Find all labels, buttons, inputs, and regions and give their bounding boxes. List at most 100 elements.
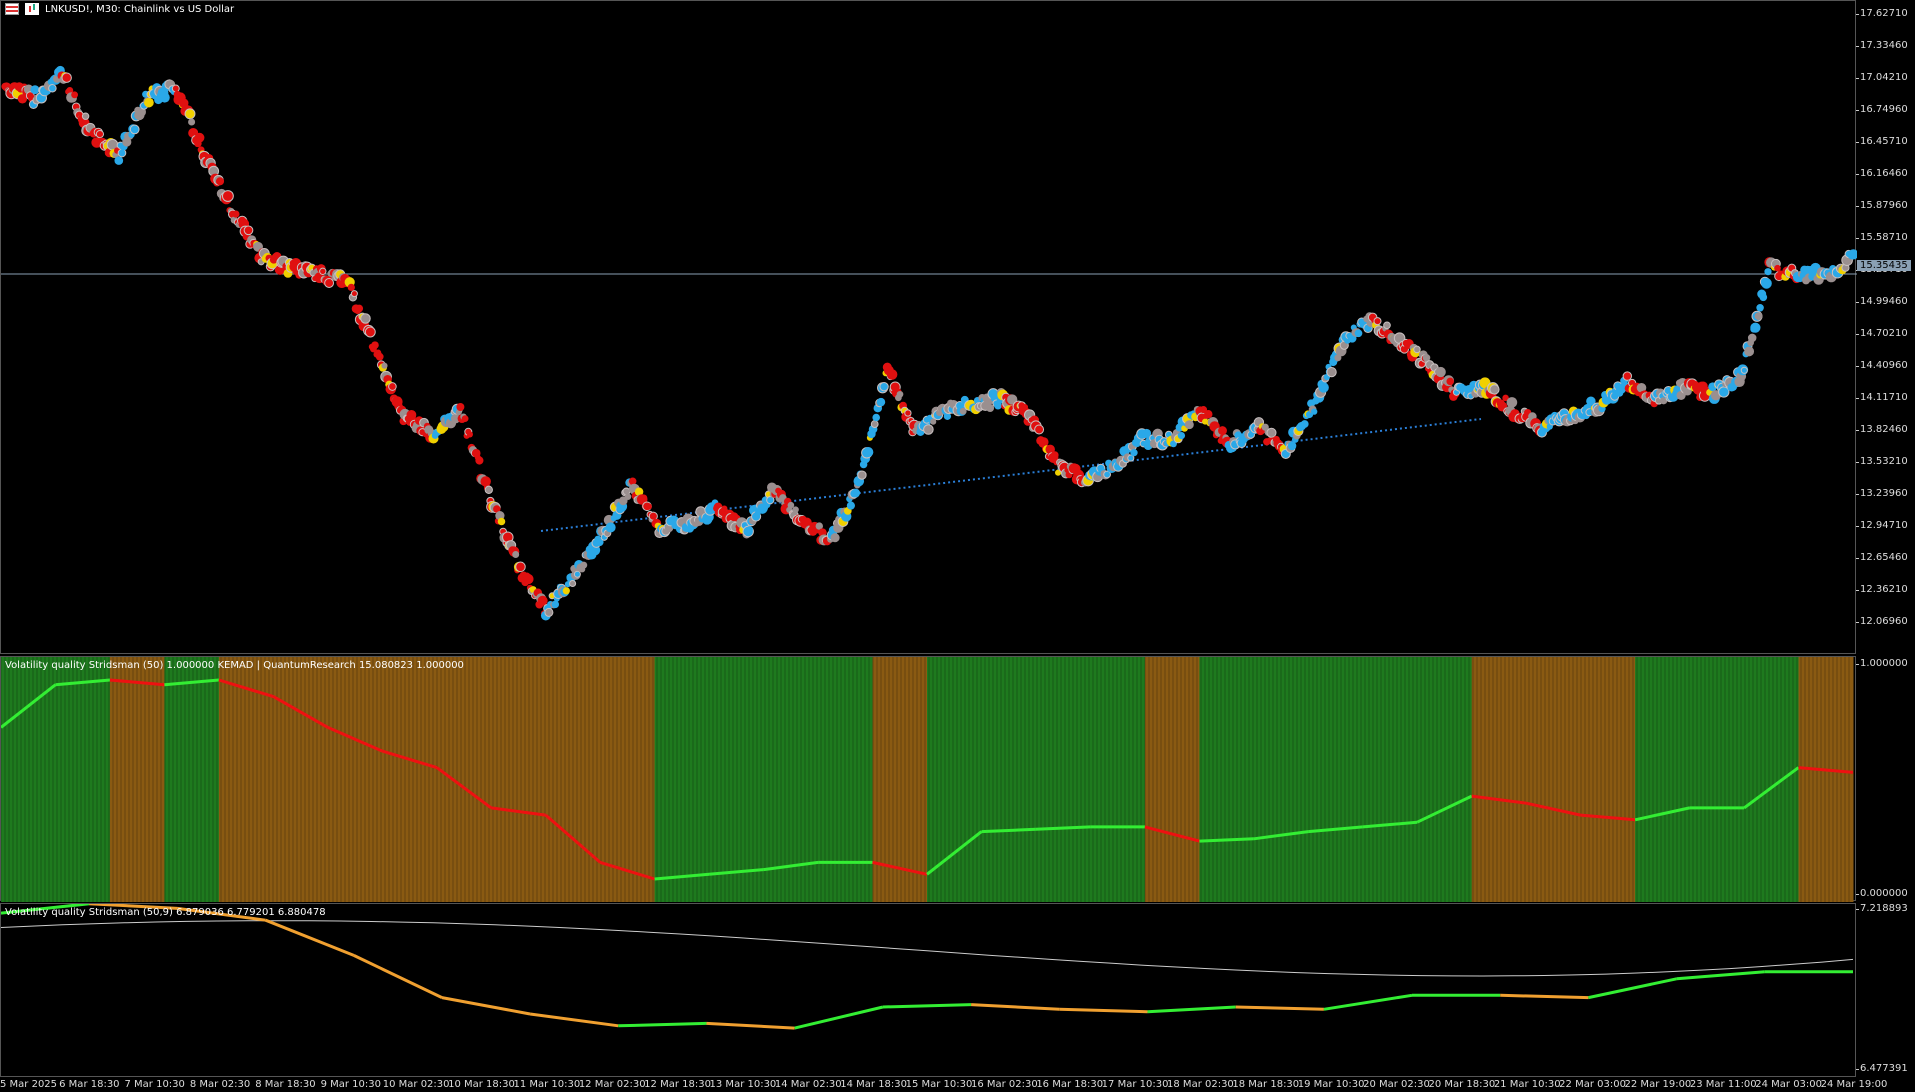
price-dot [375, 352, 384, 361]
price-axis-tick: 12.36210 [1856, 584, 1908, 595]
price-dot [159, 92, 170, 103]
price-dot [1326, 366, 1337, 378]
price-dot [1754, 312, 1763, 320]
time-axis-tick: 22 Mar 19:00 [1624, 1079, 1692, 1090]
price-dot [48, 83, 57, 93]
price-dot [872, 413, 880, 422]
indicator2-plot [1, 904, 1854, 1030]
time-axis-tick: 10 Mar 02:30 [382, 1079, 450, 1090]
price-dot [188, 118, 196, 126]
price-dot [461, 415, 469, 422]
price-dot [81, 112, 90, 120]
price-dot [144, 97, 154, 108]
price-dot [194, 132, 205, 143]
time-axis-tick: 14 Mar 02:30 [774, 1079, 842, 1090]
time-axis-tick: 17 Mar 10:30 [1101, 1079, 1169, 1090]
price-dot [1266, 427, 1277, 438]
price-dot [1051, 451, 1059, 459]
time-axis-tick: 24 Mar 19:00 [1820, 1079, 1888, 1090]
time-axis-tick: 8 Mar 18:30 [255, 1079, 316, 1090]
price-dot [1311, 408, 1318, 415]
price-dot [1034, 424, 1045, 435]
time-axis: 5 Mar 2025 6 Mar 18:30 7 Mar 10:30 8 Mar 02… [0, 1077, 1887, 1092]
time-axis-tick: 20 Mar 18:30 [1428, 1079, 1496, 1090]
time-axis-tick: 24 Mar 03:00 [1755, 1079, 1823, 1090]
price-dot [870, 420, 879, 429]
price-dot [857, 470, 867, 480]
time-axis-tick: 13 Mar 10:30 [709, 1079, 777, 1090]
price-dot [350, 290, 358, 298]
vq-line-segment [794, 1005, 884, 1030]
indicator1-panel[interactable]: Volatility quality Stridsman (50) 1.0000… [0, 656, 1856, 902]
time-axis-tick: 12 Mar 18:30 [644, 1079, 711, 1090]
price-chart-panel[interactable]: LNKUSD!, M30: Chainlink vs US Dollar [0, 0, 1857, 654]
price-dot [515, 561, 526, 573]
vq-line-segment [1500, 993, 1589, 1000]
price-dot [624, 493, 632, 500]
price-axis-tick: 16.45710 [1856, 136, 1908, 147]
price-dot [830, 533, 840, 543]
price-dot [512, 551, 520, 558]
indicator1-title: Volatility quality Stridsman (50) 1.0000… [5, 660, 464, 671]
price-dot [484, 485, 493, 494]
price-dot [1177, 431, 1186, 440]
volatility-band [327, 657, 383, 902]
price-axis-tick: 12.94710 [1856, 520, 1908, 531]
vq-line-segment [706, 1021, 795, 1030]
vq-line-segment [353, 954, 443, 999]
time-axis-tick: 19 Mar 10:30 [1297, 1079, 1365, 1090]
price-dot [355, 304, 364, 313]
price-axis-tick: 15.58710 [1856, 232, 1908, 243]
price-dot [640, 494, 648, 502]
vq-line-segment [1059, 1007, 1148, 1014]
price-dot [569, 579, 577, 588]
price-dot [1383, 321, 1391, 330]
vq-line-segment [1676, 970, 1765, 981]
volatility-band [1744, 657, 1800, 902]
time-axis-tick: 6 Mar 18:30 [59, 1079, 120, 1090]
price-plot [1, 65, 1857, 621]
price-axis: 17.62710 17.33460 17.04210 16.74960 16.45710… [1856, 0, 1915, 654]
indicator2-panel[interactable]: Volatility quality Stridsman (50,9) 6.87… [0, 903, 1856, 1077]
volatility-band [1362, 657, 1418, 902]
price-dot [497, 517, 506, 526]
vq-line-segment [1235, 1005, 1324, 1011]
price-dot [243, 225, 254, 236]
price-axis-tick: 12.65460 [1856, 552, 1908, 563]
time-axis-tick: 18 Mar 18:30 [1232, 1079, 1300, 1090]
price-dot [324, 278, 335, 288]
vq-line-segment [265, 918, 355, 957]
vq-line-segment [618, 1021, 707, 1028]
indicator1-axis: 1.000000 0.000000 [1856, 656, 1915, 901]
price-axis-tick: 15.87960 [1856, 200, 1908, 211]
price-axis-tick: 16.74960 [1856, 104, 1908, 115]
price-dot [876, 397, 886, 407]
price-dot [1750, 322, 1761, 333]
time-axis-tick: 14 Mar 18:30 [840, 1079, 908, 1090]
time-axis-tick: 22 Mar 03:00 [1559, 1079, 1626, 1090]
price-axis-tick: 12.06960 [1856, 616, 1908, 627]
price-dot [523, 573, 534, 585]
price-dot [232, 210, 240, 218]
price-dot [184, 108, 196, 120]
price-dot [71, 91, 79, 99]
price-dot [580, 561, 588, 569]
price-dot [863, 447, 874, 458]
price-dot [61, 72, 72, 83]
volatility-band [1471, 657, 1527, 902]
time-axis-tick: 15 Mar 10:30 [905, 1079, 973, 1090]
vq-line-segment [971, 1003, 1060, 1011]
time-axis-tick: 16 Mar 18:30 [1036, 1079, 1104, 1090]
price-dot [896, 390, 904, 398]
time-axis-tick: 18 Mar 02:30 [1167, 1079, 1234, 1090]
time-axis-tick: 23 Mar 11:00 [1689, 1079, 1757, 1090]
volatility-band [1635, 657, 1691, 902]
price-dot [456, 403, 465, 411]
indicator2-axis: 7.218893 6.477391 [1856, 903, 1915, 1077]
price-dot [171, 84, 180, 93]
vq-line-segment [882, 1003, 972, 1009]
time-axis-tick: 21 Mar 10:30 [1493, 1079, 1561, 1090]
price-dot [319, 267, 327, 275]
vq-line-segment [1147, 1005, 1236, 1014]
price-dot [645, 503, 652, 510]
